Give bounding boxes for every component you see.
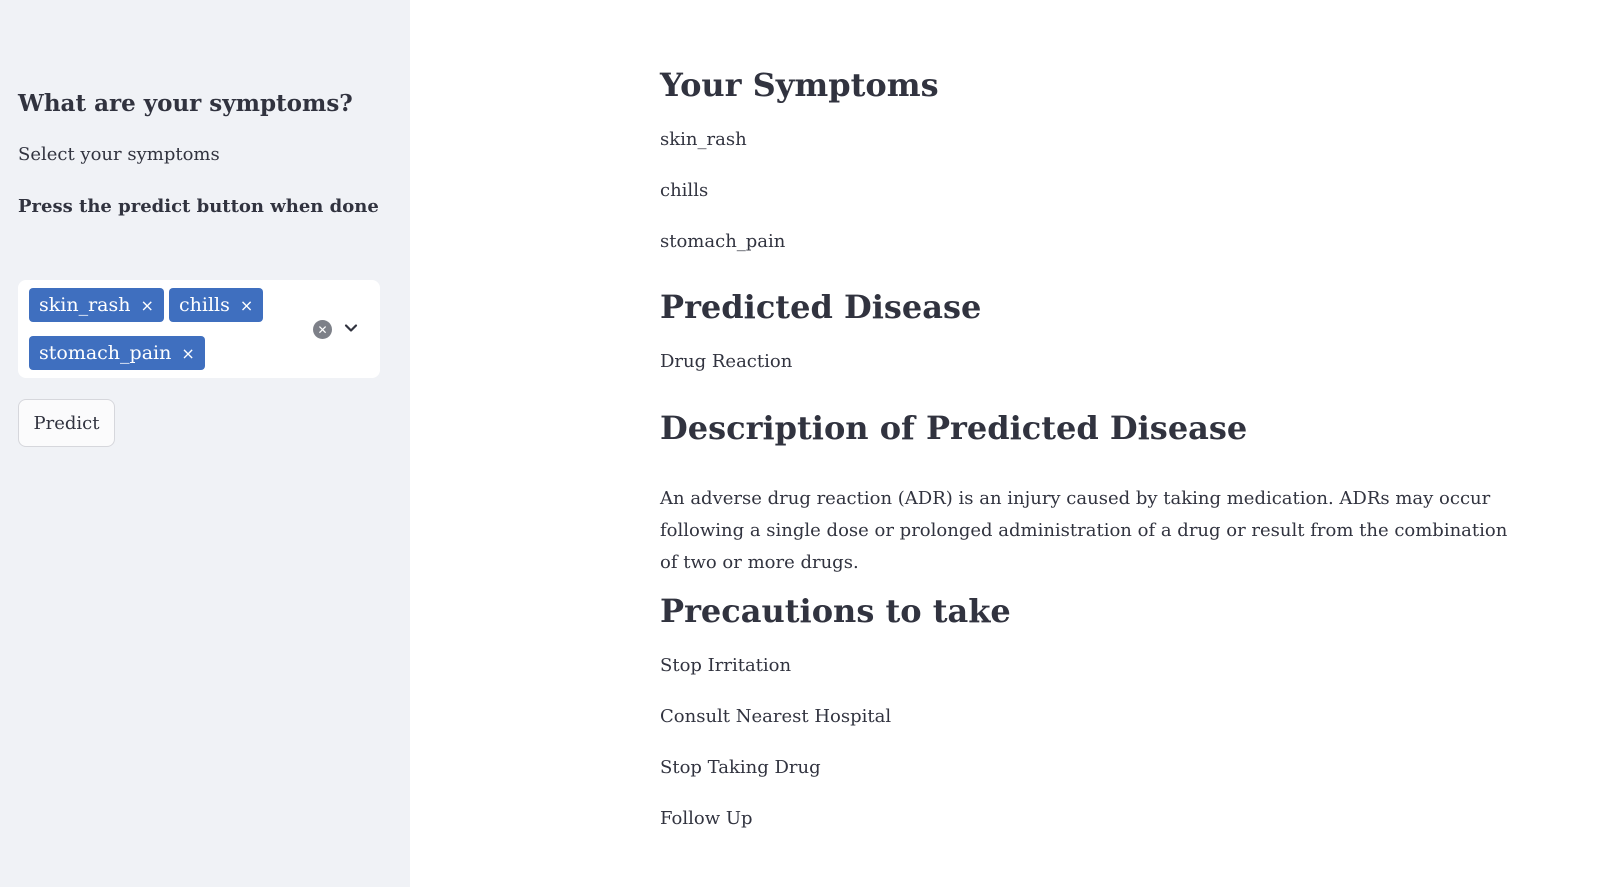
symptom-tag-label: stomach_pain <box>39 342 172 364</box>
symptom-tag[interactable]: stomach_pain × <box>29 336 205 370</box>
description-heading: Description of Predicted Disease <box>660 409 1248 447</box>
precaution-item: Stop Taking Drug <box>660 757 821 778</box>
symptoms-multiselect[interactable]: skin_rash × chills × stomach_pain × ✕ <box>18 280 380 378</box>
precaution-item: Stop Irritation <box>660 655 792 676</box>
symptom-tag[interactable]: skin_rash × <box>29 288 164 322</box>
predicted-disease-heading: Predicted Disease <box>660 288 982 326</box>
predict-button[interactable]: Predict <box>18 399 115 447</box>
main-content: Your Symptoms skin_rash chills stomach_p… <box>410 0 1610 887</box>
symptom-item: skin_rash <box>660 129 747 150</box>
precaution-item: Consult Nearest Hospital <box>660 706 892 727</box>
close-icon[interactable]: × <box>140 296 153 315</box>
sidebar-title: What are your symptoms? <box>18 90 353 117</box>
sidebar-subtitle: Select your symptoms <box>18 144 220 165</box>
symptom-tag-label: skin_rash <box>39 294 131 316</box>
symptoms-heading: Your Symptoms <box>660 66 939 104</box>
symptom-item: stomach_pain <box>660 231 786 252</box>
sidebar: What are your symptoms? Select your symp… <box>0 0 410 887</box>
symptom-tag-label: chills <box>179 294 230 316</box>
app: What are your symptoms? Select your symp… <box>0 0 1610 887</box>
clear-all-icon[interactable]: ✕ <box>313 320 332 339</box>
predicted-disease-value: Drug Reaction <box>660 351 793 372</box>
close-icon[interactable]: × <box>240 296 253 315</box>
sidebar-instruction: Press the predict button when done <box>18 196 379 217</box>
precaution-item: Follow Up <box>660 808 753 829</box>
disease-description: An adverse drug reaction (ADR) is an inj… <box>660 488 1508 573</box>
symptom-item: chills <box>660 180 709 201</box>
symptom-tag[interactable]: chills × <box>169 288 264 322</box>
close-icon[interactable]: × <box>181 344 194 363</box>
chevron-down-icon[interactable] <box>341 318 361 338</box>
precautions-heading: Precautions to take <box>660 592 1011 630</box>
